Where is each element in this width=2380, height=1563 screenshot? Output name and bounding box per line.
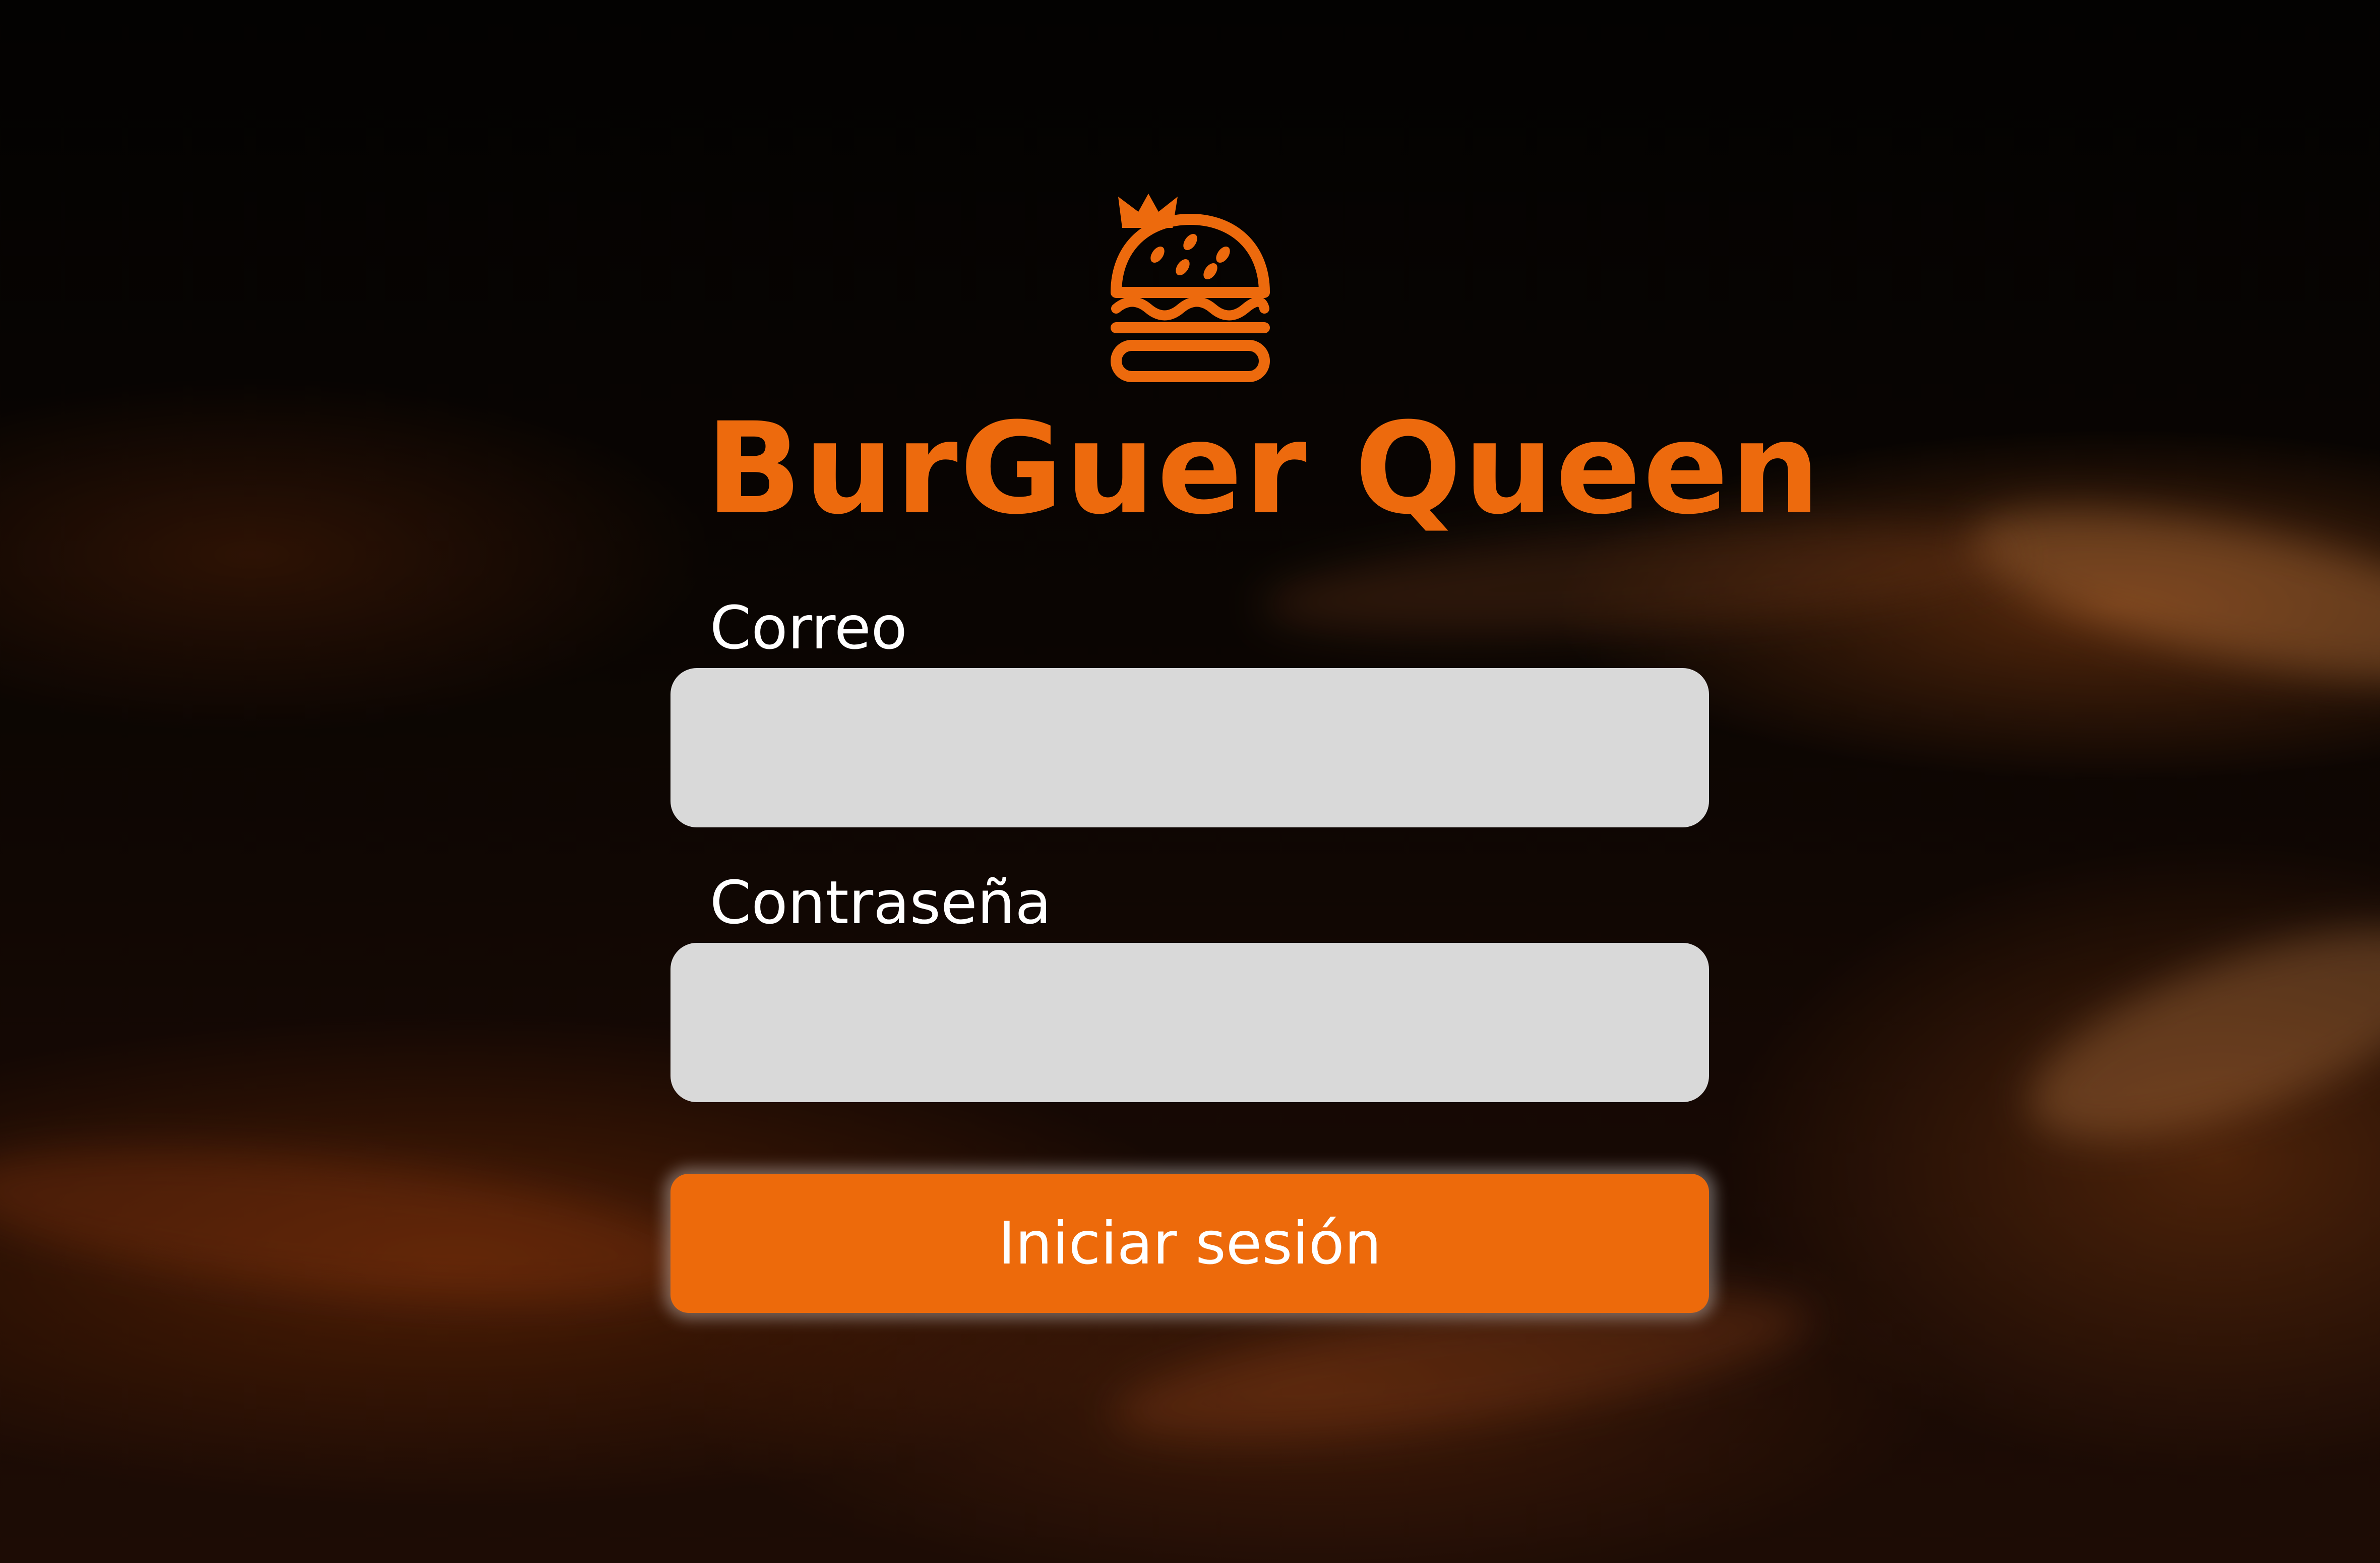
flame-streak	[2004, 885, 2380, 1182]
crowned-burger-icon	[1111, 194, 1270, 382]
email-field[interactable]	[670, 668, 1709, 827]
flame-streak	[1958, 473, 2380, 717]
brand-title: BurGuer Queen	[706, 395, 1822, 542]
flame-streak	[0, 1120, 711, 1330]
email-label: Correo	[710, 593, 907, 663]
password-label: Contraseña	[710, 868, 1052, 937]
password-field[interactable]	[670, 943, 1709, 1102]
login-button[interactable]: Iniciar sesión	[670, 1174, 1709, 1313]
